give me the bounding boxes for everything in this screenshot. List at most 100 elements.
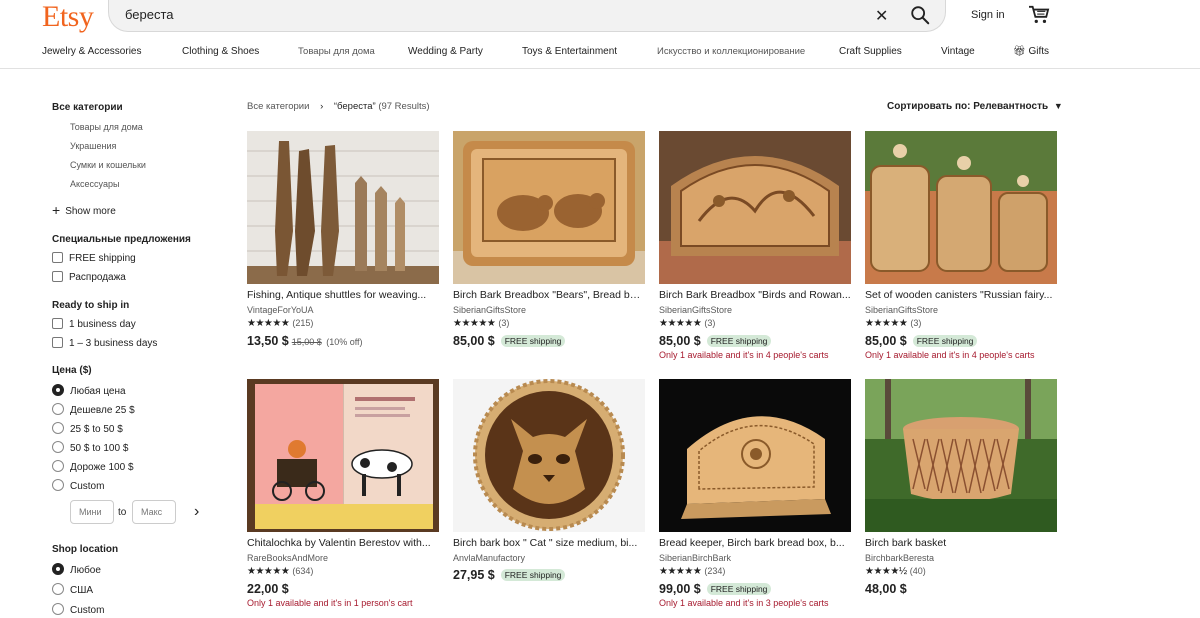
free-shipping-badge: FREE shipping (706, 583, 772, 595)
shop-name: BirchbarkBeresta (865, 553, 935, 563)
price-min-input[interactable]: Мини (70, 500, 114, 524)
price-radio-over-100[interactable]: Дороже 100 $ (52, 460, 134, 473)
product-image[interactable] (247, 379, 439, 532)
shop-name: SiberianGiftsStore (659, 305, 733, 315)
location-radio-usa[interactable]: США (52, 583, 93, 596)
category-nav: Jewelry & Accessories Clothing & Shoes Т… (0, 44, 1200, 62)
breadcrumb-separator: › (320, 101, 324, 112)
price-radio-custom[interactable]: Custom (52, 479, 104, 492)
product-image[interactable] (453, 131, 645, 284)
search-icon[interactable] (909, 4, 931, 26)
product-card[interactable]: Fishing, Antique shuttles for weaving...… (247, 131, 439, 348)
nav-craft[interactable]: Craft Supplies (839, 46, 902, 57)
star-rating-icon: ★★★★★ (865, 318, 908, 329)
ship-1-3-days-checkbox[interactable]: 1 – 3 business days (52, 337, 157, 349)
price: 85,00 $ (453, 334, 495, 348)
product-title[interactable]: Set of wooden canisters "Russian fairy..… (865, 289, 1057, 302)
product-image[interactable] (865, 131, 1057, 284)
free-shipping-badge: FREE shipping (500, 569, 566, 581)
nav-jewelry[interactable]: Jewelry & Accessories (42, 46, 141, 57)
show-more-button[interactable]: + Show more (52, 202, 116, 218)
original-price: 15,00 $ (291, 337, 322, 347)
price: 85,00 $ (865, 334, 907, 348)
sign-in-link[interactable]: Sign in (971, 9, 1005, 21)
category-link[interactable]: Сумки и кошельки (70, 160, 146, 170)
product-title[interactable]: Bread keeper, Birch bark bread box, b... (659, 537, 851, 550)
price-radio-50-100[interactable]: 50 $ to 100 $ (52, 441, 128, 454)
product-image[interactable] (247, 131, 439, 284)
apply-price-arrow-icon[interactable]: › (194, 503, 199, 521)
price: 22,00 $ (247, 582, 289, 596)
product-title[interactable]: Birch Bark Breadbox "Birds and Rowan... (659, 289, 851, 302)
review-count: (3) (910, 318, 922, 328)
clear-search-icon[interactable]: ✕ (875, 6, 888, 26)
price-heading: Цена ($) (52, 365, 92, 376)
product-image[interactable] (659, 379, 851, 532)
shop-name: AnvlaManufactory (453, 553, 526, 563)
free-shipping-checkbox[interactable]: FREE shipping (52, 252, 136, 264)
location-radio-any[interactable]: Любое (52, 563, 101, 576)
nav-wedding[interactable]: Wedding & Party (408, 46, 483, 57)
nav-clothing[interactable]: Clothing & Shoes (182, 46, 259, 57)
shop-name: SiberianGiftsStore (453, 305, 527, 315)
price-radio-25-50[interactable]: 25 $ to 50 $ (52, 422, 123, 435)
product-card[interactable]: Chitalochka by Valentin Berestov with...… (247, 379, 439, 608)
star-rating-icon: ★★★★★ (247, 318, 290, 329)
product-title[interactable]: Birch Bark Breadbox "Bears", Bread box..… (453, 289, 645, 302)
etsy-logo[interactable]: Etsy (42, 0, 94, 34)
star-rating-icon: ★★★★★ (453, 318, 496, 329)
product-title[interactable]: Birch bark box " Cat " size medium, bi..… (453, 537, 645, 550)
discount: (10% off) (326, 337, 363, 347)
location-radio-custom[interactable]: Custom (52, 603, 104, 616)
search-input[interactable] (123, 6, 827, 23)
category-link[interactable]: Товары для дома (70, 122, 143, 132)
star-rating-icon: ★★★★½ (865, 566, 907, 577)
product-card[interactable]: Bread keeper, Birch bark bread box, b...… (659, 379, 851, 608)
rating: ★★★★★ (3) (865, 318, 1057, 330)
sort-dropdown[interactable]: Сортировать по: Релевантность ▼ (887, 101, 1063, 112)
product-card[interactable]: Birch bark basket BirchbarkBeresta ★★★★½… (865, 379, 1057, 596)
availability-note: Only 1 available and it's in 3 people's … (659, 598, 829, 608)
product-image[interactable] (453, 379, 645, 532)
cart-icon[interactable] (1028, 5, 1050, 25)
nav-art[interactable]: Искусство и коллекционирование (657, 46, 805, 57)
availability-note: Only 1 available and it's in 1 person's … (247, 598, 413, 608)
product-card[interactable]: Set of wooden canisters "Russian fairy..… (865, 131, 1057, 360)
review-count: (215) (292, 318, 314, 328)
review-count: (234) (704, 566, 726, 576)
shop-location-heading: Shop location (52, 544, 119, 555)
product-card[interactable]: Birch Bark Breadbox "Birds and Rowan... … (659, 131, 851, 360)
shop-name: RareBooksAndMore (247, 553, 329, 563)
product-title[interactable]: Birch bark basket (865, 537, 1057, 550)
rating: ★★★★★ (634) (247, 566, 439, 578)
ready-to-ship-heading: Ready to ship in (52, 300, 130, 311)
nav-vintage[interactable]: Vintage (941, 46, 975, 57)
search-query: “береста” (333, 101, 376, 112)
review-count: (3) (498, 318, 510, 328)
nav-gifts[interactable]: 🎁︎ Gifts (1013, 46, 1049, 57)
price: 99,00 $ (659, 582, 701, 596)
price: 48,00 $ (865, 582, 907, 596)
product-card[interactable]: Birch Bark Breadbox "Bears", Bread box..… (453, 131, 645, 348)
product-image[interactable] (659, 131, 851, 284)
product-title[interactable]: Chitalochka by Valentin Berestov with... (247, 537, 439, 550)
product-image[interactable] (865, 379, 1057, 532)
star-rating-icon: ★★★★★ (659, 318, 702, 329)
price-max-input[interactable]: Макс (132, 500, 176, 524)
category-link[interactable]: Аксессуары (70, 179, 119, 189)
product-card[interactable]: Birch bark box " Cat " size medium, bi..… (453, 379, 645, 582)
ship-1-day-checkbox[interactable]: 1 business day (52, 318, 136, 330)
breadcrumb-root[interactable]: Все категории (247, 101, 309, 112)
shop-name: VintageForYoUA (247, 305, 314, 315)
free-shipping-badge: FREE shipping (500, 335, 566, 347)
rating: ★★★★½ (40) (865, 566, 1057, 578)
price-radio-under-25[interactable]: Дешевле 25 $ (52, 403, 135, 416)
price-radio-any[interactable]: Любая цена (52, 384, 126, 397)
product-title[interactable]: Fishing, Antique shuttles for weaving... (247, 289, 439, 302)
nav-toys[interactable]: Toys & Entertainment (522, 46, 617, 57)
nav-home[interactable]: Товары для дома (298, 46, 375, 57)
category-link[interactable]: Украшения (70, 141, 116, 151)
all-categories-link[interactable]: Все категории (52, 102, 123, 113)
review-count: (3) (704, 318, 716, 328)
sale-checkbox[interactable]: Распродажа (52, 271, 126, 283)
